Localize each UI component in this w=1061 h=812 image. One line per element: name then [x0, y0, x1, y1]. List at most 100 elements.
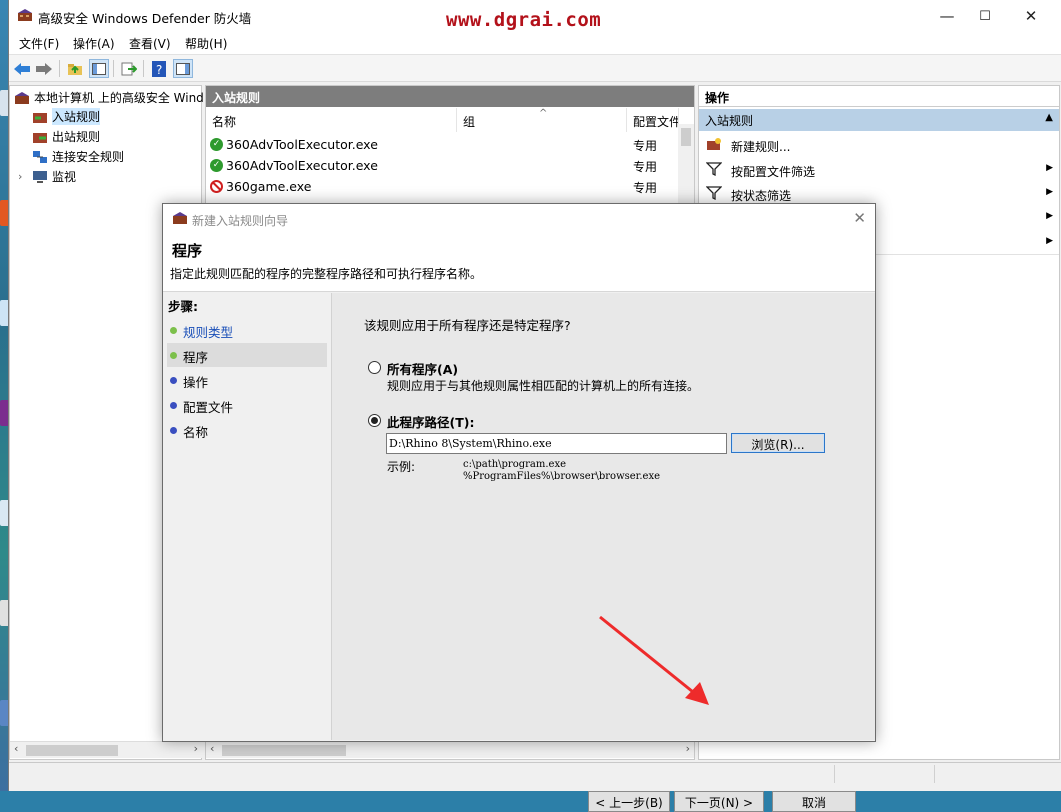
scrollbar-thumb[interactable]: [26, 745, 118, 756]
show-hide-tree-icon[interactable]: [89, 59, 109, 78]
maximize-button[interactable]: ☐: [962, 0, 1008, 32]
menu-bar: 文件(F) 操作(A) 查看(V) 帮助(H): [9, 32, 1061, 54]
status-divider: [834, 765, 835, 783]
block-icon: [210, 180, 223, 193]
chevron-right-icon[interactable]: ›: [194, 742, 198, 755]
chevron-right-icon[interactable]: ›: [18, 170, 32, 183]
action-new-rule[interactable]: 新建规则...: [699, 133, 1059, 157]
back-arrow-icon[interactable]: [12, 59, 32, 78]
step-program[interactable]: 程序: [167, 343, 327, 367]
sort-ascending-icon: ^: [539, 108, 548, 119]
new-inbound-rule-wizard: 新建入站规则向导 ✕ 程序 指定此规则匹配的程序的完整程序路径和可执行程序名称。…: [162, 203, 876, 812]
forward-arrow-icon[interactable]: [34, 59, 54, 78]
title-bar[interactable]: 高级安全 Windows Defender 防火墙 www.dgrai.com …: [9, 0, 1061, 32]
toolbar-separator: [59, 60, 60, 77]
table-cell-profile: 专用: [633, 160, 658, 174]
pane-header: 入站规则: [206, 86, 694, 107]
question-text: 该规则应用于所有程序还是特定程序?: [364, 318, 571, 333]
step-rule-type[interactable]: 规则类型: [167, 318, 327, 342]
step-pending-dot-icon: [170, 427, 177, 434]
page-title: 程序: [172, 242, 203, 260]
firewall-icon: [17, 8, 33, 22]
step-pending-dot-icon: [170, 377, 177, 384]
connection-security-icon: [32, 150, 48, 164]
export-list-icon[interactable]: [119, 59, 139, 78]
wizard-content: 该规则应用于所有程序还是特定程序? 所有程序(A) 规则应用于与其他规则属性相匹…: [331, 293, 875, 812]
chevron-left-icon[interactable]: ‹: [210, 742, 214, 755]
toolbar-separator: [143, 60, 144, 77]
tree-item-outbound-rules[interactable]: 出站规则: [32, 127, 100, 146]
help-icon[interactable]: ?: [149, 59, 169, 78]
submenu-arrow-icon: ▶: [1046, 163, 1053, 173]
column-header-profile[interactable]: 配置文件: [627, 108, 679, 132]
table-row[interactable]: ✓ 360AdvToolExecutor.exe: [210, 155, 378, 176]
menu-help[interactable]: 帮助(H): [185, 35, 227, 52]
wizard-steps: 步骤: 规则类型 程序 操作 配置文件 名称: [163, 293, 329, 740]
tree-item-monitoring[interactable]: › 监视: [18, 167, 76, 186]
firewall-icon: [172, 211, 188, 225]
table-row[interactable]: ✓ 360AdvToolExecutor.exe: [210, 134, 378, 155]
dialog-title-bar[interactable]: 新建入站规则向导 ✕: [163, 204, 875, 234]
page-subtitle: 指定此规则匹配的程序的完整程序路径和可执行程序名称。: [170, 267, 483, 281]
action-filter-by-profile[interactable]: 按配置文件筛选 ▶: [699, 158, 1059, 182]
tree-root[interactable]: 本地计算机 上的高级安全 Wind: [14, 88, 204, 107]
step-action[interactable]: 操作: [167, 368, 327, 392]
radio-program-path[interactable]: [368, 414, 381, 427]
scrollbar-thumb[interactable]: [222, 745, 346, 756]
chevron-left-icon[interactable]: ‹: [14, 742, 18, 755]
submenu-arrow-icon: ▶: [1046, 211, 1053, 221]
table-row[interactable]: 360game.exe: [210, 176, 311, 197]
example-label: 示例:: [387, 460, 416, 474]
list-horizontal-scrollbar[interactable]: ‹ ›: [206, 741, 694, 758]
step-profile[interactable]: 配置文件: [167, 393, 327, 417]
show-hide-action-pane-icon[interactable]: [173, 59, 193, 78]
pane-header: 操作: [699, 86, 1059, 107]
menu-view[interactable]: 查看(V): [129, 35, 171, 52]
tree-item-connection-security-rules[interactable]: 连接安全规则: [32, 147, 124, 166]
toolbar-separator: [113, 60, 114, 77]
outbound-rules-icon: [32, 130, 48, 144]
monitor-icon: [32, 170, 48, 184]
all-programs-label[interactable]: 所有程序(A): [387, 359, 458, 378]
table-cell-profile: 专用: [633, 139, 658, 153]
dialog-title: 新建入站规则向导: [192, 214, 289, 228]
status-bar: [9, 762, 1061, 784]
next-button[interactable]: 下一页(N) >: [674, 791, 764, 812]
filter-icon: [705, 162, 723, 177]
tree-horizontal-scrollbar[interactable]: ‹ ›: [10, 741, 202, 758]
radio-all-programs[interactable]: [368, 361, 381, 374]
up-folder-icon[interactable]: [65, 59, 85, 78]
step-current-dot-icon: [170, 352, 177, 359]
menu-action[interactable]: 操作(A): [73, 35, 115, 52]
chevron-right-icon[interactable]: ›: [686, 742, 690, 755]
submenu-arrow-icon: ▶: [1046, 236, 1053, 246]
filter-icon: [705, 186, 723, 201]
actions-group-inbound-rules[interactable]: 入站规则 ▲: [699, 109, 1059, 131]
close-button[interactable]: ✕: [1008, 0, 1054, 32]
column-header-name[interactable]: 名称: [206, 108, 457, 132]
collapse-icon[interactable]: ▲: [1045, 112, 1053, 123]
inbound-rules-icon: [32, 110, 48, 124]
dialog-header: 程序 指定此规则匹配的程序的完整程序路径和可执行程序名称。: [163, 234, 875, 292]
allow-check-icon: ✓: [210, 159, 223, 172]
table-cell-profile: 专用: [633, 181, 658, 195]
tree-item-inbound-rules[interactable]: 入站规则: [32, 107, 101, 126]
example-value: %ProgramFiles%\browser\browser.exe: [463, 471, 661, 482]
step-done-dot-icon: [170, 327, 177, 334]
watermark-text: www.dgrai.com: [446, 9, 602, 31]
cancel-button[interactable]: 取消: [772, 791, 856, 812]
step-name[interactable]: 名称: [167, 418, 327, 442]
menu-file[interactable]: 文件(F): [19, 35, 59, 52]
example-value: c:\path\program.exe: [463, 459, 567, 470]
status-divider: [934, 765, 935, 783]
allow-check-icon: ✓: [210, 138, 223, 151]
firewall-icon: [14, 91, 30, 105]
close-icon[interactable]: ✕: [853, 209, 866, 227]
program-path-input[interactable]: D:\Rhino 8\System\Rhino.exe: [386, 433, 727, 454]
scrollbar-thumb[interactable]: [681, 128, 691, 146]
submenu-arrow-icon: ▶: [1046, 187, 1053, 197]
back-button[interactable]: < 上一步(B): [588, 791, 670, 812]
new-rule-icon: [706, 137, 722, 151]
program-path-label[interactable]: 此程序路径(T):: [387, 412, 474, 431]
browse-button[interactable]: 浏览(R)...: [731, 433, 825, 453]
